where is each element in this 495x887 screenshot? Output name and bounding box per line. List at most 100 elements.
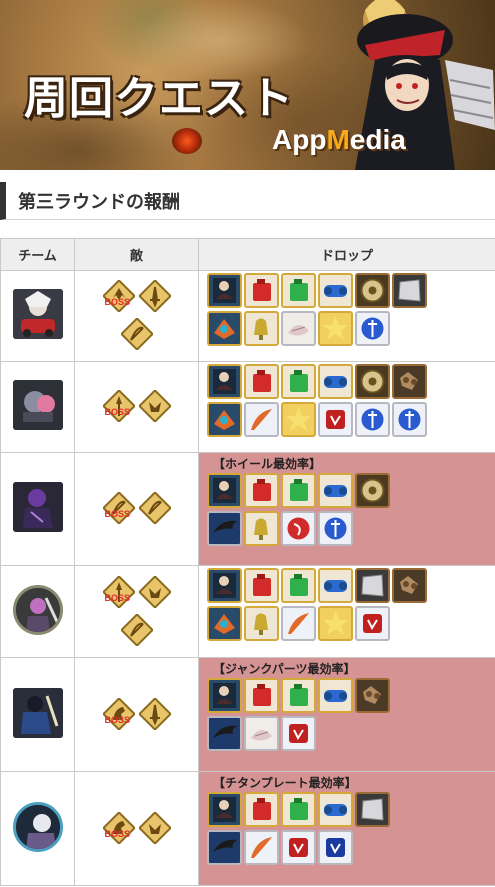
junk-material-icon	[392, 364, 427, 399]
class-icon-assassin	[139, 390, 171, 422]
junk-material-icon	[355, 678, 390, 713]
drops-cell	[198, 361, 495, 453]
ce-material-icon	[207, 273, 242, 308]
drop-row	[207, 273, 495, 311]
class-icon-berserker: BOSS	[103, 280, 135, 312]
table-row: BOSS	[0, 565, 495, 658]
class-icon-archer	[139, 492, 171, 524]
drop-row	[207, 678, 495, 716]
class-icon-saber	[139, 698, 171, 730]
team-cell	[0, 452, 75, 566]
class-icon-assassin	[139, 576, 171, 608]
table-row: BOSS	[0, 270, 495, 362]
feather-material-icon	[244, 402, 279, 437]
redtile-material-icon	[281, 830, 316, 865]
table-header-row: チーム 敵 ドロップ	[0, 238, 495, 271]
enemy-cell: BOSS	[74, 270, 199, 362]
star-material-icon	[318, 606, 353, 641]
blue-material-icon	[318, 678, 353, 713]
red-material-icon	[244, 364, 279, 399]
class-icon-assassin	[139, 812, 171, 844]
bluetile-material-icon	[318, 830, 353, 865]
blueorb-material-icon	[355, 402, 390, 437]
bell-material-icon	[244, 311, 279, 346]
lava-crater	[172, 128, 202, 154]
ce-material-icon	[207, 568, 242, 603]
bell-material-icon	[244, 606, 279, 641]
class-icon-lancer: BOSS	[103, 576, 135, 608]
blueorb-material-icon	[318, 511, 353, 546]
table-row: BOSS 【ホイール最効率】	[0, 452, 495, 566]
drop-row	[207, 830, 495, 868]
blueorb-material-icon	[392, 402, 427, 437]
star-material-icon	[281, 402, 316, 437]
drop-row	[207, 792, 495, 830]
claw-material-icon	[207, 830, 242, 865]
red-material-icon	[244, 678, 279, 713]
redtile-material-icon	[355, 606, 390, 641]
boss-label: BOSS	[104, 297, 131, 307]
class-icon-rider: BOSS	[103, 812, 135, 844]
blue-material-icon	[318, 273, 353, 308]
plate-material-icon	[392, 273, 427, 308]
redorb-material-icon	[281, 511, 316, 546]
drop-row	[207, 473, 495, 511]
drops-cell-highlighted: 【ホイール最効率】	[198, 452, 495, 566]
servant-portrait	[12, 289, 63, 339]
brand-m: M	[326, 124, 350, 155]
team-cell	[0, 565, 75, 658]
drop-row	[207, 402, 495, 440]
blue-material-icon	[318, 364, 353, 399]
servant-portrait	[12, 482, 63, 532]
redtile-material-icon	[318, 402, 353, 437]
boss-label: BOSS	[104, 592, 131, 603]
red-material-icon	[244, 568, 279, 603]
drops-caption: 【チタンプレート最効率】	[213, 776, 357, 790]
drops-cell-highlighted: 【ジャンクパーツ最効率】	[198, 657, 495, 772]
drops-cell	[198, 565, 495, 658]
servant-portrait	[12, 380, 63, 430]
class-icon-lancer: BOSS	[103, 390, 135, 422]
star-material-icon	[318, 311, 353, 346]
green-material-icon	[281, 678, 316, 713]
enemy-cell: BOSS	[74, 565, 199, 658]
green-material-icon	[281, 473, 316, 508]
drop-row	[207, 311, 495, 349]
team-cell	[0, 270, 75, 362]
team-cell	[0, 361, 75, 453]
wheel-material-icon	[355, 364, 390, 399]
shell-material-icon	[244, 716, 279, 751]
brand-edia: edia	[349, 124, 406, 155]
drop-row	[207, 606, 495, 644]
header-enemy: 敵	[74, 238, 199, 271]
table-row: BOSS 【ジャンクパーツ最効率】	[0, 657, 495, 772]
header-team: チーム	[0, 238, 75, 271]
enemy-cell: BOSS	[74, 361, 199, 453]
green-material-icon	[281, 364, 316, 399]
reward-table: チーム 敵 ドロップ BOSS BOSS BOSS 【ホイール最効率】 BOSS…	[0, 238, 495, 886]
green-material-icon	[281, 568, 316, 603]
phoenix-material-icon	[207, 402, 242, 437]
table-row: BOSS	[0, 361, 495, 453]
section-title: 第三ラウンドの報酬	[18, 192, 180, 213]
boss-label: BOSS	[104, 714, 131, 725]
claw-material-icon	[207, 511, 242, 546]
junk-material-icon	[392, 568, 427, 603]
enemy-cell: BOSS	[74, 657, 199, 772]
drop-row	[207, 364, 495, 402]
boss-label: BOSS	[104, 407, 131, 417]
blue-material-icon	[318, 473, 353, 508]
quest-banner: 周回クエスト AppMedia	[0, 0, 495, 170]
drop-row	[207, 511, 495, 549]
phoenix-material-icon	[207, 311, 242, 346]
brand-app: App	[272, 124, 327, 155]
green-material-icon	[281, 792, 316, 827]
ce-material-icon	[207, 364, 242, 399]
drops-caption: 【ジャンクパーツ最効率】	[213, 662, 356, 676]
phoenix-material-icon	[207, 606, 242, 641]
drops-cell	[198, 270, 495, 362]
servant-portrait	[12, 801, 63, 852]
boss-label: BOSS	[104, 509, 131, 519]
bell-material-icon	[244, 511, 279, 546]
class-icon-saber	[139, 280, 171, 312]
